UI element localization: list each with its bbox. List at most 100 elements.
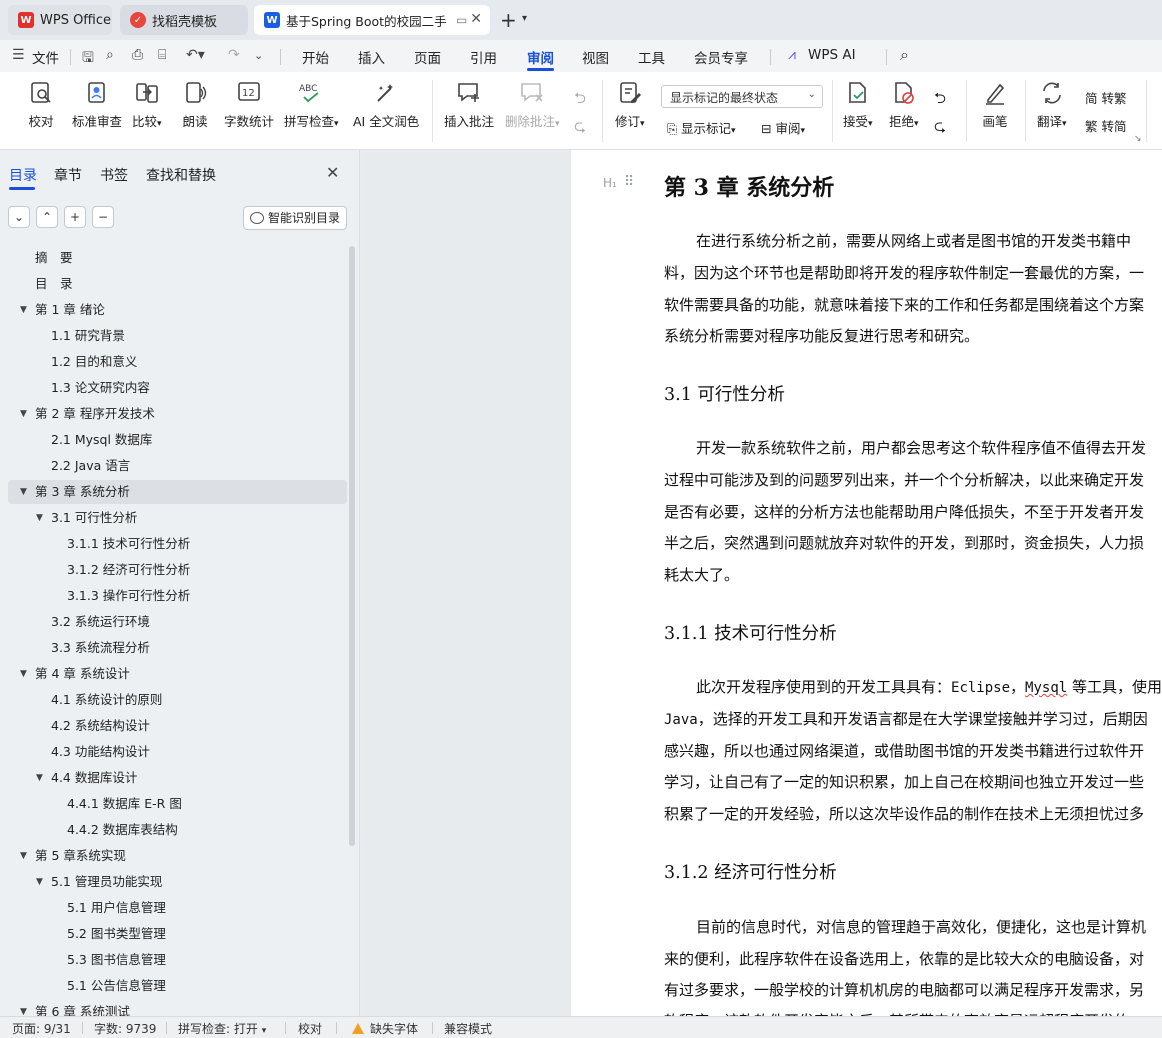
tab-list-chevron-icon[interactable]: ▾ <box>522 13 527 24</box>
toc-item[interactable]: 1.2 目的和意义 <box>8 350 347 374</box>
tab-template[interactable]: ✓ 找稻壳模板 <box>120 5 248 35</box>
proofread-status[interactable]: 校对 <box>298 1020 322 1037</box>
word-count-button[interactable]: 12 字数统计 <box>224 80 274 130</box>
show-markup-button[interactable]: ⎘ 显示标记▾ <box>667 118 736 137</box>
toc-item[interactable]: 5.2 图书类型管理 <box>8 922 347 946</box>
menu-insert[interactable]: 插入 <box>358 47 385 67</box>
toc-item[interactable]: ▼ 第 4 章 系统设计 <box>8 662 347 686</box>
paragraph-line[interactable]: 过程中可能涉及到的问题罗列出来，并一个个分析解决，以此来确定开发 <box>664 469 1144 490</box>
spell-check-button[interactable]: ABC 拼写检查▾ <box>284 80 339 130</box>
expand-arrow-icon[interactable]: ▼ <box>20 1000 27 1016</box>
menu-home[interactable]: 开始 <box>302 47 329 67</box>
heading-3-1-2[interactable]: 3.1.2 经济可行性分析 <box>664 859 837 884</box>
drag-handle-icon[interactable]: ⠿ <box>624 174 634 190</box>
paragraph-line[interactable]: 在进行系统分析之前，需要从网络上或者是图书馆的开发类书籍中 <box>696 230 1131 251</box>
tab-toc[interactable]: 目录 <box>9 165 37 185</box>
print-preview-icon[interactable]: ⌸ <box>158 47 166 63</box>
track-changes-button[interactable]: 修订▾ <box>615 80 645 130</box>
toc-item[interactable]: 4.1 系统设计的原则 <box>8 688 347 712</box>
paragraph-line[interactable]: 目前的信息时代，对信息的管理趋于高效化，便捷化，这也是计算机 <box>696 916 1146 937</box>
expand-arrow-icon[interactable]: ▼ <box>20 480 27 504</box>
toc-item[interactable]: 5.1 公告信息管理 <box>8 974 347 998</box>
menu-wps-ai[interactable]: WPS AI <box>808 47 856 63</box>
toc-item[interactable]: 2.2 Java 语言 <box>8 454 347 478</box>
paragraph-line[interactable]: 此次开发程序使用到的开发工具具有：Eclipse，Mysql 等工具，使用 <box>696 676 1162 697</box>
expand-arrow-icon[interactable]: ▼ <box>20 662 27 686</box>
toc-item[interactable]: 摘 要 <box>8 246 347 270</box>
monitor-icon[interactable]: ▭ <box>456 13 467 27</box>
quick-access-chevron-icon[interactable]: ⌄ <box>254 49 263 62</box>
close-tab-icon[interactable]: ✕ <box>470 11 482 27</box>
to-simplified-button[interactable]: 繁 转简 <box>1085 116 1126 135</box>
to-traditional-button[interactable]: 简 转繁 <box>1085 88 1126 107</box>
ai-polish-button[interactable]: AI 全文润色 <box>353 80 419 130</box>
paragraph-line[interactable]: 是否有必要，这样的分析方法也能帮助用户降低损失，不至于开发者开发 <box>664 501 1144 522</box>
paragraph-line[interactable]: 料，因为这个环节也是帮助即将开发的程序软件制定一套最优的方案，一 <box>664 262 1144 283</box>
save-icon[interactable]: 🖫 <box>82 47 94 71</box>
menu-member[interactable]: 会员专享 <box>694 47 748 67</box>
toc-item[interactable]: 1.1 研究背景 <box>8 324 347 348</box>
word-count-indicator[interactable]: 字数: 9739 <box>94 1020 156 1037</box>
tab-wps-office[interactable]: W WPS Office <box>8 5 112 35</box>
chapter-title[interactable]: 第 3 章 系统分析 <box>664 170 834 202</box>
accept-button[interactable]: 接受▾ <box>843 80 873 130</box>
expand-down-icon[interactable]: ⌄ <box>8 206 30 228</box>
paragraph-line[interactable]: 来的便利，此程序软件在设备选用上，依靠的是比较大众的电脑设备，对 <box>664 948 1144 969</box>
undo-icon[interactable]: ↶▾ <box>186 47 205 63</box>
compat-mode-indicator[interactable]: 兼容模式 <box>444 1020 492 1037</box>
expand-arrow-icon[interactable]: ▼ <box>20 298 27 322</box>
print-icon[interactable]: ⎙ <box>132 47 143 63</box>
toc-item[interactable]: 1.3 论文研究内容 <box>8 376 347 400</box>
new-tab-icon[interactable]: + <box>500 8 517 32</box>
collapse-up-icon[interactable]: ⌃ <box>36 206 58 228</box>
toc-item[interactable]: 5.1 用户信息管理 <box>8 896 347 920</box>
review-pane-button[interactable]: ⊟ 审阅▾ <box>761 118 805 137</box>
spell-check-toggle[interactable]: 拼写检查: 打开 ▾ <box>178 1020 266 1037</box>
standard-review-button[interactable]: 标准审查 <box>72 80 122 130</box>
paragraph-line[interactable]: 感兴趣，所以也通过网络渠道，或借助图书馆的开发类书籍进行过软件开 <box>664 740 1144 761</box>
toc-item[interactable]: 4.4.1 数据库 E-R 图 <box>8 792 347 816</box>
read-aloud-button[interactable]: 朗读 <box>182 80 208 130</box>
hamburger-icon[interactable]: ☰ <box>12 47 25 63</box>
previous-comment-icon[interactable]: ⮌ <box>574 88 586 113</box>
toc-item[interactable]: ▼ 第 5 章系统实现 <box>8 844 347 868</box>
toc-item[interactable]: ▼ 4.4 数据库设计 <box>8 766 347 790</box>
redo-icon[interactable]: ↷ <box>228 47 240 63</box>
expand-arrow-icon[interactable]: ▼ <box>20 844 27 868</box>
heading-3-1-1[interactable]: 3.1.1 技术可行性分析 <box>664 620 837 645</box>
remove-heading-icon[interactable]: − <box>92 206 114 228</box>
translate-button[interactable]: 翻译▾ <box>1037 80 1067 130</box>
add-heading-icon[interactable]: + <box>64 206 86 228</box>
expand-arrow-icon[interactable]: ▼ <box>36 506 43 530</box>
page-indicator[interactable]: 页面: 9/31 <box>12 1020 71 1037</box>
share-icon[interactable]: ⌕ <box>106 47 114 63</box>
paragraph-line[interactable]: 有过多要求，一般学校的计算机机房的电脑都可以满足程序开发需求，另 <box>664 979 1144 1000</box>
markup-mode-select[interactable]: 显示标记的最终状态 ⌄ <box>661 85 823 108</box>
menu-page[interactable]: 页面 <box>414 47 441 67</box>
paragraph-line[interactable]: 软件需要具备的功能，就意味着接下来的工作和任务都是围绕着这个方案 <box>664 294 1144 315</box>
paragraph-line[interactable]: 耗太大了。 <box>664 564 739 585</box>
toc-item[interactable]: 4.4.2 数据库表结构 <box>8 818 347 842</box>
toc-item[interactable]: ▼ 第 2 章 程序开发技术 <box>8 402 347 426</box>
toc-item[interactable]: 4.3 功能结构设计 <box>8 740 347 764</box>
menu-view[interactable]: 视图 <box>582 47 609 67</box>
dialog-launcher-icon[interactable]: ↘ <box>1134 134 1142 144</box>
tab-document[interactable]: W 基于Spring Boot的校园二手 ▭ ✕ <box>254 5 490 35</box>
tab-bookmarks[interactable]: 书签 <box>100 165 128 185</box>
expand-arrow-icon[interactable]: ▼ <box>20 402 27 426</box>
paragraph-line[interactable]: 半之后，突然遇到问题就放弃对软件的开发，到那时，资金损失，人力损 <box>664 532 1144 553</box>
toc-item[interactable]: 目 录 <box>8 272 347 296</box>
missing-font-indicator[interactable]: 缺失字体 <box>352 1020 418 1037</box>
close-icon[interactable]: ✕ <box>326 163 339 182</box>
smart-detect-toc-button[interactable]: 智能识别目录 <box>243 206 347 230</box>
toc-item[interactable]: ▼ 第 3 章 系统分析 <box>8 480 347 504</box>
toc-item[interactable]: 3.1.3 操作可行性分析 <box>8 584 347 608</box>
reject-button[interactable]: 拒绝▾ <box>889 80 919 130</box>
next-comment-icon[interactable]: ⮎ <box>574 116 586 141</box>
tab-find-replace[interactable]: 查找和替换 <box>146 165 216 185</box>
toc-item[interactable]: ▼ 第 1 章 绪论 <box>8 298 347 322</box>
pen-button[interactable]: 画笔 <box>982 80 1008 130</box>
toc-scrollbar[interactable] <box>349 246 355 846</box>
menu-references[interactable]: 引用 <box>470 47 497 67</box>
toc-item[interactable]: 3.2 系统运行环境 <box>8 610 347 634</box>
